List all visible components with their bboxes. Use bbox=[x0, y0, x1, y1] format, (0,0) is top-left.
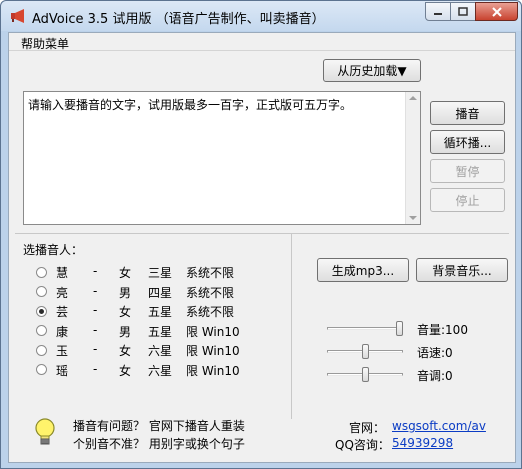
speaker-limit: 限 Win10 bbox=[186, 324, 240, 339]
speaker-radio[interactable] bbox=[36, 364, 47, 375]
speaker-option[interactable]: 康 - 男 五星限 Win10 bbox=[36, 323, 256, 339]
speaker-option-text: 瑶 - 女 六星限 Win10 bbox=[56, 362, 256, 378]
speaker-stars: 六星 bbox=[148, 344, 173, 358]
maximize-icon bbox=[458, 6, 468, 16]
speaker-name: 玉 bbox=[56, 344, 69, 358]
speaker-radio[interactable] bbox=[36, 344, 47, 356]
generate-mp3-button[interactable]: 生成mp3... bbox=[317, 258, 409, 282]
horizontal-divider bbox=[15, 233, 509, 234]
speaker-name: 亮 bbox=[56, 285, 69, 300]
speaker-gender: 男 bbox=[119, 285, 132, 300]
speaker-limit: 系统不限 bbox=[186, 285, 235, 300]
volume-slider-track[interactable] bbox=[327, 327, 403, 330]
speaker-radio[interactable] bbox=[36, 325, 47, 336]
stop-button[interactable]: 停止 bbox=[430, 188, 505, 212]
maximize-button[interactable] bbox=[450, 2, 476, 21]
speaker-option-text: 玉 - 女 六星限 Win10 bbox=[56, 342, 256, 358]
volume-slider-thumb[interactable] bbox=[396, 321, 403, 336]
speaker-option[interactable]: 瑶 - 女 六星限 Win10 bbox=[36, 362, 256, 378]
megaphone-icon bbox=[11, 9, 24, 23]
speaker-option-text: 芸 - 女 五星 系统不限 bbox=[56, 303, 256, 319]
close-button[interactable] bbox=[475, 2, 518, 21]
vertical-divider bbox=[291, 233, 292, 419]
speaker-gender: 女 bbox=[119, 305, 132, 319]
speaker-gender: 男 bbox=[119, 324, 132, 339]
speaker-radio[interactable] bbox=[36, 305, 47, 317]
menu-bar: 帮助菜单 bbox=[9, 33, 515, 51]
speaker-limit: 限 Win10 bbox=[186, 344, 240, 358]
pitch-label: 音调:0 bbox=[417, 369, 453, 383]
speaker-dash: - bbox=[93, 342, 98, 356]
speaker-stars: 六星 bbox=[148, 363, 173, 378]
website-link[interactable]: wsgsoft.com/av bbox=[392, 419, 486, 433]
history-load-button[interactable]: 从历史加载▼ bbox=[323, 59, 421, 82]
speaker-option-text: 康 - 男 五星限 Win10 bbox=[56, 323, 256, 339]
speed-label: 语速:0 bbox=[417, 346, 453, 360]
speaker-dash: - bbox=[93, 322, 98, 337]
window-title: AdVoice 3.5 试用版 （语音广告制作、叫卖播音） bbox=[32, 12, 325, 27]
speaker-limit: 系统不限 bbox=[186, 266, 235, 280]
speaker-name: 康 bbox=[56, 324, 69, 339]
speaker-section-label: 选播音人： bbox=[23, 243, 84, 257]
qq-link[interactable]: 54939298 bbox=[392, 436, 453, 450]
scroll-up-icon[interactable] bbox=[409, 96, 417, 100]
scroll-down-icon[interactable] bbox=[409, 216, 417, 220]
volume-label: 音量:100 bbox=[417, 323, 468, 337]
speaker-dash: - bbox=[93, 303, 98, 317]
speaker-dash: - bbox=[93, 264, 98, 278]
speaker-limit: 系统不限 bbox=[186, 305, 235, 319]
speaker-name: 瑶 bbox=[56, 363, 69, 378]
speaker-stars: 三星 bbox=[148, 266, 173, 280]
speaker-option[interactable]: 慧 - 女 三星 系统不限 bbox=[36, 264, 256, 280]
hint-line-2: 个别音不准？ 用别字或换个句子 bbox=[73, 437, 245, 451]
text-scrollbar[interactable] bbox=[405, 92, 420, 224]
speaker-option[interactable]: 芸 - 女 五星 系统不限 bbox=[36, 303, 256, 319]
play-button[interactable]: 播音 bbox=[430, 101, 505, 125]
minimize-button[interactable] bbox=[425, 2, 451, 21]
speaker-name: 慧 bbox=[56, 266, 69, 280]
client-area: 帮助菜单 从历史加载▼ 请输入要播音的文字，试用版最多一百字，正式版可五万字。 … bbox=[8, 32, 516, 463]
loop-play-button[interactable]: 循环播... bbox=[430, 130, 505, 154]
close-icon bbox=[491, 6, 502, 17]
pause-button[interactable]: 暂停 bbox=[430, 159, 505, 183]
speaker-gender: 女 bbox=[119, 266, 132, 280]
speaker-name: 芸 bbox=[56, 305, 69, 319]
menu-help[interactable]: 帮助菜单 bbox=[21, 35, 69, 52]
lightbulb-icon bbox=[35, 418, 55, 445]
speaker-stars: 五星 bbox=[148, 324, 173, 339]
background-music-button[interactable]: 背景音乐... bbox=[416, 258, 508, 282]
pitch-slider-thumb[interactable] bbox=[362, 367, 369, 382]
speaker-option-text: 慧 - 女 三星 系统不限 bbox=[56, 264, 256, 280]
text-input-value: 请输入要播音的文字，试用版最多一百字，正式版可五万字。 bbox=[28, 98, 353, 112]
speaker-gender: 女 bbox=[119, 363, 132, 378]
speaker-stars: 四星 bbox=[148, 285, 173, 300]
website-label: 官网： bbox=[349, 421, 386, 435]
speaker-option[interactable]: 玉 - 女 六星限 Win10 bbox=[36, 342, 256, 358]
speaker-radio[interactable] bbox=[36, 266, 47, 278]
speaker-option-text: 亮 - 男 四星 系统不限 bbox=[56, 284, 256, 300]
app-window: AdVoice 3.5 试用版 （语音广告制作、叫卖播音） 帮助菜单 从历史加载… bbox=[0, 0, 522, 469]
qq-label: QQ咨询： bbox=[335, 438, 390, 452]
speaker-dash: - bbox=[93, 361, 98, 376]
speaker-stars: 五星 bbox=[148, 305, 173, 319]
text-input[interactable]: 请输入要播音的文字，试用版最多一百字，正式版可五万字。 bbox=[23, 91, 421, 225]
speaker-gender: 女 bbox=[119, 344, 132, 358]
speaker-limit: 限 Win10 bbox=[186, 363, 240, 378]
hint-line-1: 播音有问题？ 官网下播音人重装 bbox=[73, 419, 245, 433]
speaker-radio[interactable] bbox=[36, 286, 47, 297]
speaker-dash: - bbox=[93, 283, 98, 298]
speaker-option[interactable]: 亮 - 男 四星 系统不限 bbox=[36, 284, 256, 300]
speed-slider-thumb[interactable] bbox=[362, 344, 369, 359]
minimize-icon bbox=[434, 12, 442, 15]
title-bar[interactable]: AdVoice 3.5 试用版 （语音广告制作、叫卖播音） bbox=[1, 1, 521, 31]
